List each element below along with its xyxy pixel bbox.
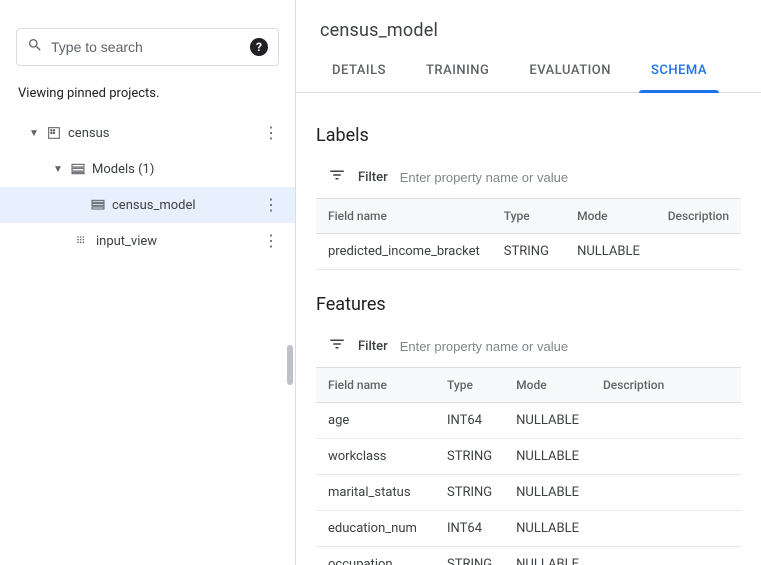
cell-mode: NULLABLE	[565, 234, 656, 270]
view-icon	[72, 233, 92, 249]
dataset-icon	[44, 125, 64, 141]
col-field: Field name	[316, 199, 492, 234]
tab-training[interactable]: TRAINING	[406, 49, 509, 92]
cell-field: predicted_income_bracket	[316, 234, 492, 270]
cell-mode: NULLABLE	[504, 547, 591, 565]
cell-field: workclass	[316, 439, 435, 475]
labels-filter-input[interactable]	[400, 170, 741, 185]
tree-node-label[interactable]: census_model	[108, 198, 259, 213]
tab-bar: DETAILS TRAINING EVALUATION SCHEMA	[296, 49, 761, 93]
search-input[interactable]	[51, 39, 242, 55]
cell-mode: NULLABLE	[504, 403, 591, 439]
folder-icon	[68, 161, 88, 177]
table-row: workclassSTRINGNULLABLE	[316, 439, 741, 475]
cell-mode: NULLABLE	[504, 475, 591, 511]
table-row: education_numINT64NULLABLE	[316, 511, 741, 547]
col-mode: Mode	[504, 368, 591, 403]
filter-label: Filter	[358, 339, 388, 354]
cell-field: marital_status	[316, 475, 435, 511]
cell-mode: NULLABLE	[504, 511, 591, 547]
project-tree: ▼ census ⋮ ▼ Models (1) ⋮ census_model ⋮…	[0, 115, 295, 565]
kebab-icon[interactable]: ⋮	[259, 233, 283, 249]
sidebar-scrollbar[interactable]	[285, 115, 295, 565]
cell-type: STRING	[435, 475, 504, 511]
filter-icon	[328, 335, 346, 357]
labels-table: Field name Type Mode Description predict…	[316, 198, 741, 270]
cell-desc	[591, 547, 741, 565]
col-desc: Description	[591, 368, 741, 403]
features-heading: Features	[316, 294, 741, 315]
model-icon	[88, 197, 108, 213]
tree-node-models[interactable]: ▼ Models (1) ⋮	[0, 151, 295, 187]
table-row: marital_statusSTRINGNULLABLE	[316, 475, 741, 511]
cell-field: occupation	[316, 547, 435, 565]
schema-content: Labels Filter Field name Type Mode Descr…	[296, 93, 761, 565]
kebab-icon[interactable]: ⋮	[259, 125, 283, 141]
filter-icon	[328, 166, 346, 188]
col-field: Field name	[316, 368, 435, 403]
cell-desc	[591, 439, 741, 475]
cell-type: STRING	[435, 439, 504, 475]
labels-filter: Filter	[316, 162, 741, 198]
tree-node-census-model[interactable]: census_model ⋮	[0, 187, 295, 223]
labels-heading: Labels	[316, 125, 741, 146]
kebab-icon[interactable]: ⋮	[259, 197, 283, 213]
tree-node-label[interactable]: census	[64, 126, 259, 141]
table-row: occupationSTRINGNULLABLE	[316, 547, 741, 565]
cell-type: INT64	[435, 403, 504, 439]
search-box[interactable]: ?	[16, 28, 279, 66]
table-row: predicted_income_bracketSTRINGNULLABLE	[316, 234, 741, 270]
tab-evaluation[interactable]: EVALUATION	[509, 49, 631, 92]
scrollbar-thumb[interactable]	[287, 345, 293, 385]
cell-field: age	[316, 403, 435, 439]
main-panel: census_model DETAILS TRAINING EVALUATION…	[296, 0, 761, 565]
cell-field: education_num	[316, 511, 435, 547]
cell-desc	[591, 511, 741, 547]
col-mode: Mode	[565, 199, 656, 234]
features-filter: Filter	[316, 331, 741, 367]
tree-node-label[interactable]: Models (1)	[88, 162, 259, 177]
col-type: Type	[435, 368, 504, 403]
cell-desc	[591, 475, 741, 511]
cell-desc	[656, 234, 741, 270]
col-desc: Description	[656, 199, 741, 234]
chevron-down-icon[interactable]: ▼	[24, 128, 44, 139]
tree-node-census[interactable]: ▼ census ⋮	[0, 115, 295, 151]
cell-type: STRING	[492, 234, 565, 270]
table-row: ageINT64NULLABLE	[316, 403, 741, 439]
filter-label: Filter	[358, 170, 388, 185]
tab-schema[interactable]: SCHEMA	[631, 49, 727, 92]
cell-type: STRING	[435, 547, 504, 565]
tree-node-input-view[interactable]: input_view ⋮	[0, 223, 295, 259]
chevron-down-icon[interactable]: ▼	[48, 164, 68, 175]
cell-desc	[591, 403, 741, 439]
features-filter-input[interactable]	[400, 339, 741, 354]
pinned-projects-message: Viewing pinned projects.	[0, 78, 295, 115]
search-icon	[27, 37, 43, 57]
col-type: Type	[492, 199, 565, 234]
tree-node-label[interactable]: input_view	[92, 234, 259, 249]
cell-type: INT64	[435, 511, 504, 547]
cell-mode: NULLABLE	[504, 439, 591, 475]
features-table: Field name Type Mode Description ageINT6…	[316, 367, 741, 565]
sidebar: ? Viewing pinned projects. ▼ census ⋮ ▼ …	[0, 0, 296, 565]
tab-details[interactable]: DETAILS	[312, 49, 406, 92]
page-title: census_model	[296, 0, 761, 49]
help-icon[interactable]: ?	[250, 38, 268, 56]
